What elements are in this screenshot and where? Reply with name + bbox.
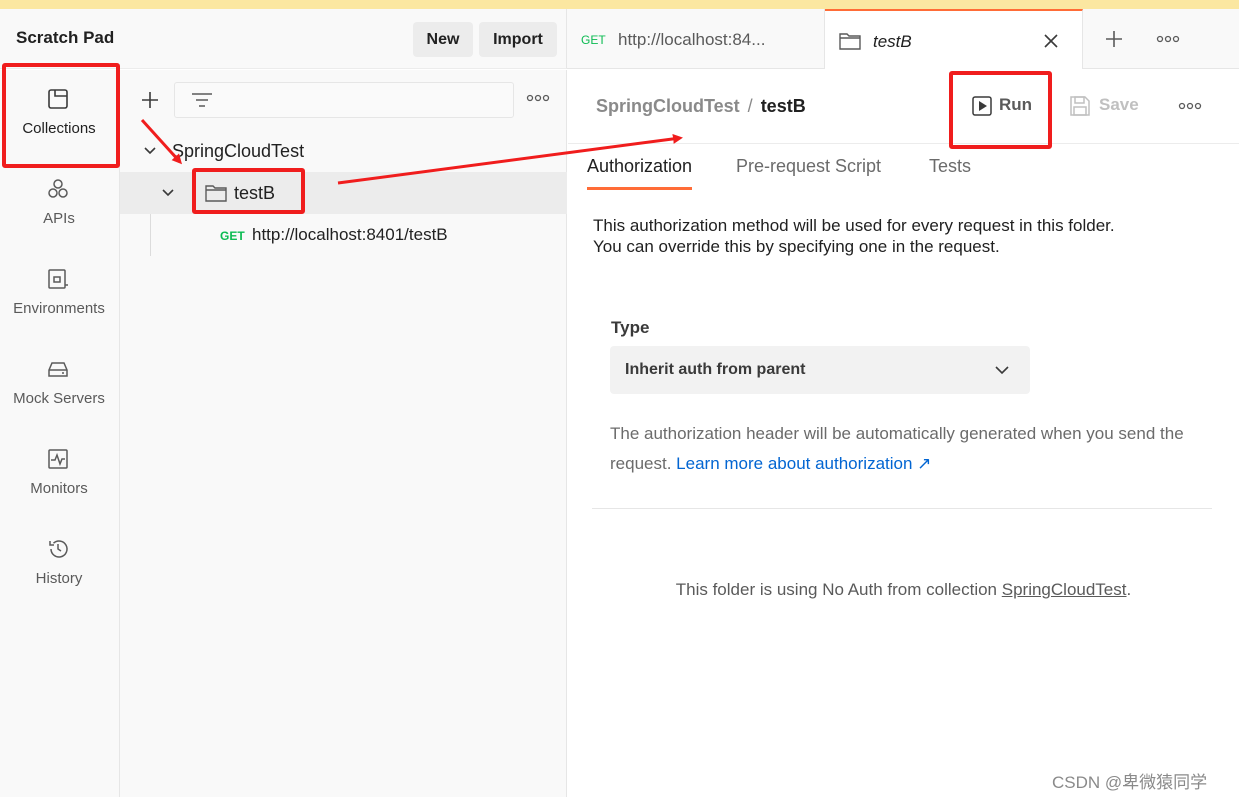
sidebar-item-history[interactable]: History (0, 520, 118, 610)
import-button[interactable]: Import (479, 22, 557, 57)
tree-folder-row[interactable]: testB (120, 172, 567, 214)
request-method: GET (220, 229, 245, 243)
annotation-box-folder (192, 168, 305, 214)
tab-strip: GET http://localhost:84... testB (567, 9, 1239, 69)
sidebar-item-label: APIs (43, 210, 75, 227)
filter-icon[interactable] (191, 91, 213, 111)
collection-name: SpringCloudTest (172, 141, 305, 161)
auth-help: The authorization header will be automat… (610, 419, 1210, 479)
save-icon (1070, 96, 1090, 116)
mock-servers-icon (48, 362, 68, 377)
sidebar-item-label: Mock Servers (13, 390, 105, 407)
history-icon (49, 540, 68, 558)
environments-icon (48, 269, 68, 289)
more-options-icon[interactable] (526, 92, 550, 104)
chevron-down-icon[interactable] (161, 186, 175, 200)
note-text: This folder is using No Auth from collec… (675, 580, 998, 599)
save-button[interactable]: Save (1068, 91, 1158, 121)
chevron-down-icon (995, 366, 1009, 375)
app-title: Scratch Pad (16, 28, 115, 47)
folder-editor: SpringCloudTest / testB Run Save Authoriza… (568, 70, 1239, 797)
tab-pre-request-script[interactable]: Pre-request Script (736, 156, 881, 190)
inherit-note: This folder is using No Auth from collec… (568, 580, 1239, 600)
tab-authorization[interactable]: Authorization (587, 156, 693, 190)
new-button[interactable]: New (413, 22, 473, 57)
search-input[interactable] (174, 82, 514, 118)
collections-tree-panel: SpringCloudTest testB GET http://localho… (120, 70, 567, 797)
apis-icon (48, 179, 68, 198)
close-icon[interactable] (1043, 33, 1059, 49)
annotation-box-run (949, 71, 1052, 149)
collection-link[interactable]: SpringCloudTest (1002, 580, 1127, 599)
sidebar-item-apis[interactable]: APIs (0, 160, 118, 250)
breadcrumb-separator: / (747, 96, 753, 116)
tab-title: testB (873, 32, 912, 51)
add-icon[interactable] (140, 90, 160, 110)
auth-description: This authorization method will be used f… (593, 215, 1213, 257)
type-label: Type (611, 318, 650, 337)
auth-description-line: This authorization method will be used f… (593, 216, 1115, 235)
annotation-box-collections (2, 63, 120, 168)
save-label: Save (1099, 95, 1139, 114)
auth-description-line: You can override this by specifying one … (593, 237, 1000, 256)
auth-type-select[interactable]: Inherit auth from parent (610, 346, 1030, 394)
auth-type-value: Inherit auth from parent (625, 361, 806, 378)
tree-request-row[interactable]: GET http://localhost:8401/testB (120, 214, 567, 256)
note-suffix: . (1126, 580, 1132, 599)
chevron-down-icon[interactable] (143, 144, 157, 158)
tab-title: http://localhost:84... (618, 30, 766, 49)
tab-method: GET (581, 33, 606, 47)
tab-tests[interactable]: Tests (929, 156, 971, 190)
divider (568, 143, 1239, 144)
sidebar-item-environments[interactable]: Environments (0, 250, 118, 340)
monitors-icon (48, 449, 68, 469)
tree-collection-row[interactable]: SpringCloudTest (120, 130, 567, 172)
breadcrumb-current: testB (760, 96, 806, 116)
sidebar-item-mock-servers[interactable]: Mock Servers (0, 340, 118, 430)
folder-icon (839, 33, 861, 50)
tab-folder-active[interactable]: testB (825, 9, 1083, 69)
sidebar-item-label: Monitors (30, 480, 88, 497)
sidebar-item-monitors[interactable]: Monitors (0, 430, 118, 520)
watermark: CSDN @卑微猿同学 (1052, 773, 1208, 792)
divider (592, 508, 1212, 509)
more-options-icon[interactable] (1156, 33, 1180, 45)
more-options-icon[interactable] (1178, 100, 1202, 112)
learn-more-link[interactable]: Learn more about authorization ↗ (676, 454, 931, 473)
new-tab-icon[interactable] (1104, 29, 1124, 49)
breadcrumb-parent[interactable]: SpringCloudTest (596, 96, 740, 116)
top-strip (0, 0, 1239, 9)
breadcrumb: SpringCloudTest / testB (596, 96, 806, 117)
workspace-header: Scratch Pad New Import (0, 9, 567, 69)
sidebar: Collections APIs Environments Mock Serve… (0, 70, 120, 797)
request-url: http://localhost:8401/testB (252, 225, 448, 244)
sidebar-item-label: Environments (13, 300, 105, 317)
tab-request[interactable]: GET http://localhost:84... (567, 9, 825, 69)
sidebar-item-label: History (35, 570, 83, 587)
